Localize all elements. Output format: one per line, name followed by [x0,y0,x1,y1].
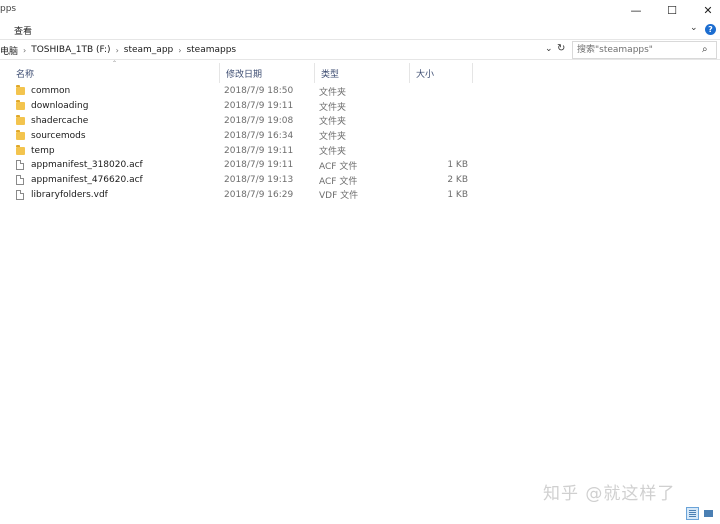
column-header-size[interactable]: 大小 [410,63,473,83]
file-size [410,99,468,114]
file-name: libraryfolders.vdf [31,189,108,200]
file-name: shadercache [31,115,89,126]
tab-view[interactable]: 查看 [14,24,32,37]
file-size: 2 KB [447,175,468,186]
folder-icon-cell [16,99,28,114]
address-dropdown-icon[interactable]: ⌄ [545,44,553,54]
maximize-button[interactable]: ☐ [654,0,690,21]
file-name: downloading [31,101,89,112]
file-row[interactable]: shadercache 2018/7/9 19:08 文件夹 [10,114,473,129]
file-icon [16,160,24,171]
file-type: 文件夹 [319,102,347,113]
folder-icon-cell [16,114,28,129]
file-row[interactable]: libraryfolders.vdf 2018/7/9 16:29 VDF 文件 1 … [10,188,473,203]
refresh-icon[interactable]: ↻ [557,43,565,54]
file-row[interactable]: common 2018/7/9 18:50 文件夹 [10,84,473,99]
file-icon [16,175,24,186]
search-input[interactable] [573,42,693,58]
file-icon [16,189,24,200]
file-date: 2018/7/9 18:50 [224,86,294,97]
file-date: 2018/7/9 19:11 [224,160,294,171]
folder-icon [16,100,25,111]
file-type: 文件夹 [319,132,347,143]
file-size [410,128,468,143]
file-row[interactable]: appmanifest_318020.acf 2018/7/9 19:11 ACF … [10,158,473,173]
file-type: ACF 文件 [319,176,358,187]
title-bar: pps — ☐ ✕ [0,0,720,21]
breadcrumb-drive[interactable]: TOSHIBA_1TB (F:) [31,45,110,55]
folder-icon [16,114,25,125]
folder-icon [16,144,25,155]
file-icon-cell [16,158,28,173]
file-name: appmanifest_318020.acf [31,160,143,171]
search-box[interactable]: ⌕ [572,41,717,59]
file-name: common [31,86,71,97]
file-type: ACF 文件 [319,161,358,172]
breadcrumb-separator-icon[interactable]: › [178,46,181,55]
file-type: 文件夹 [319,87,347,98]
address-bar: 电脑 › TOSHIBA_1TB (F:) › steam_app › stea… [0,39,720,60]
details-view-icon[interactable] [686,507,699,520]
column-header-date[interactable]: 修改日期 [220,63,315,83]
file-size [410,114,468,129]
file-date: 2018/7/9 19:13 [224,175,294,186]
search-icon[interactable]: ⌕ [702,44,708,55]
folder-icon [16,85,25,96]
column-header-type[interactable]: 类型 [315,63,410,83]
breadcrumb[interactable]: 电脑 › TOSHIBA_1TB (F:) › steam_app › stea… [0,40,566,60]
close-button[interactable]: ✕ [690,0,720,21]
file-date: 2018/7/9 16:34 [224,130,294,141]
file-name: appmanifest_476620.acf [31,175,143,186]
large-icons-view-icon[interactable] [702,507,715,520]
file-date: 2018/7/9 19:08 [224,115,294,126]
window-title: pps [0,4,17,14]
file-list: ⌃ 名称 修改日期 类型 大小 common 2018/7/9 18:50 文件夹 d… [0,60,720,504]
file-row[interactable]: sourcemods 2018/7/9 16:34 文件夹 [10,128,473,143]
file-size [410,143,468,158]
breadcrumb-separator-icon[interactable]: › [116,46,119,55]
file-type: 文件夹 [319,117,347,128]
file-icon-cell [16,173,28,188]
file-size: 1 KB [447,160,468,171]
file-name: sourcemods [31,130,86,141]
file-row[interactable]: downloading 2018/7/9 19:11 文件夹 [10,99,473,114]
file-size [410,84,468,99]
folder-icon-cell [16,84,28,99]
ribbon: 查看 ⌄ ? [0,21,720,39]
watermark: 知乎 @就这样了 [543,484,676,504]
column-header-row: 名称 修改日期 类型 大小 [10,63,473,83]
file-icon-cell [16,188,28,203]
breadcrumb-steamapps[interactable]: steamapps [186,45,236,55]
column-header-name[interactable]: 名称 [10,63,220,83]
breadcrumb-this-pc[interactable]: 电脑 [0,44,18,57]
file-type: VDF 文件 [319,191,359,202]
file-date: 2018/7/9 19:11 [224,145,294,156]
file-row[interactable]: temp 2018/7/9 19:11 文件夹 [10,143,473,158]
file-date: 2018/7/9 19:11 [224,101,294,112]
chevron-down-icon[interactable]: ⌄ [690,23,698,33]
folder-icon-cell [16,143,28,158]
minimize-button[interactable]: — [618,0,654,21]
file-type: 文件夹 [319,147,347,158]
file-date: 2018/7/9 16:29 [224,189,294,200]
file-rows: common 2018/7/9 18:50 文件夹 downloading 2018/7… [10,84,473,202]
folder-icon [16,129,25,140]
file-size: 1 KB [447,189,468,200]
file-name: temp [31,145,55,156]
help-icon[interactable]: ? [705,24,716,35]
breadcrumb-steam-app[interactable]: steam_app [124,45,173,55]
folder-icon-cell [16,128,28,143]
status-bar [0,504,720,524]
file-row[interactable]: appmanifest_476620.acf 2018/7/9 19:13 ACF … [10,173,473,188]
breadcrumb-separator-icon[interactable]: › [23,46,26,55]
